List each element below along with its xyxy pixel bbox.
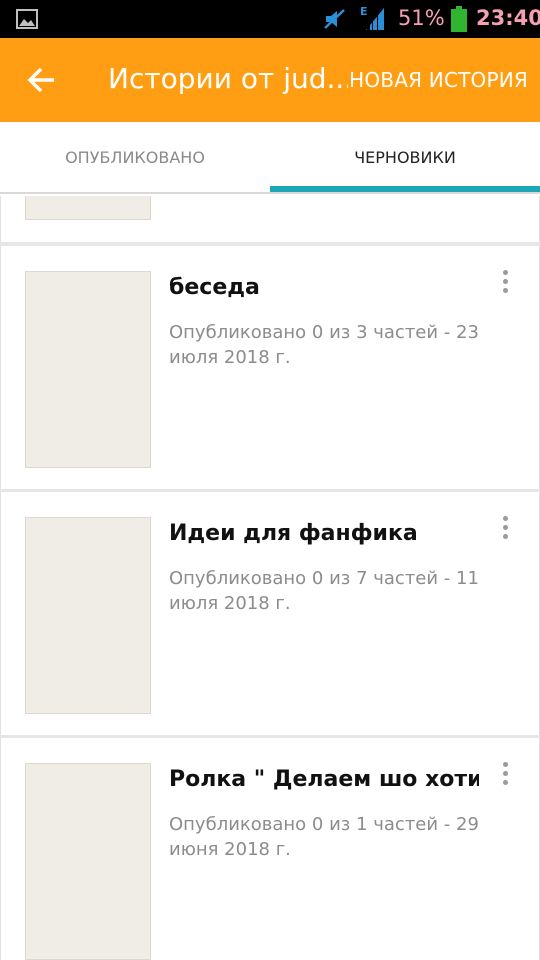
tab-drafts[interactable]: ЧЕРНОВИКИ bbox=[270, 122, 540, 194]
signal-icon: E bbox=[360, 5, 384, 30]
arrow-left-icon[interactable] bbox=[26, 64, 58, 96]
more-vert-icon[interactable] bbox=[497, 270, 513, 298]
battery-icon bbox=[451, 6, 467, 32]
more-vert-icon[interactable] bbox=[497, 516, 513, 544]
active-tab-indicator bbox=[270, 186, 540, 192]
story-meta: Опубликовано 0 из 1 частей - 29 июня 201… bbox=[169, 814, 479, 860]
story-cover bbox=[25, 196, 151, 220]
story-list[interactable]: беседа Опубликовано 0 из 3 частей - 23 и… bbox=[0, 196, 540, 960]
app-bar: Истории от jud... НОВАЯ ИСТОРИЯ bbox=[0, 38, 540, 122]
story-title: беседа bbox=[169, 275, 260, 300]
story-cover bbox=[25, 271, 151, 468]
svg-text:E: E bbox=[360, 5, 368, 18]
story-meta: Опубликовано 0 из 3 частей - 23 июля 201… bbox=[169, 322, 479, 368]
battery-percent: 51% bbox=[398, 6, 445, 30]
list-item[interactable] bbox=[0, 196, 540, 242]
new-story-button[interactable]: НОВАЯ ИСТОРИЯ bbox=[349, 68, 528, 92]
more-vert-icon[interactable] bbox=[497, 762, 513, 790]
status-bar: E 51% 23:40 bbox=[0, 0, 540, 38]
tab-published[interactable]: ОПУБЛИКОВАНО bbox=[0, 122, 270, 194]
gallery-icon bbox=[16, 9, 38, 29]
story-cover bbox=[25, 517, 151, 714]
page-title: Истории от jud... bbox=[108, 62, 348, 95]
list-item[interactable]: Ролка " Делаем шо хотим Опубликовано 0 и… bbox=[0, 738, 540, 960]
list-item[interactable]: беседа Опубликовано 0 из 3 частей - 23 и… bbox=[0, 246, 540, 489]
mute-icon bbox=[324, 9, 345, 29]
tab-bar: ОПУБЛИКОВАНО ЧЕРНОВИКИ bbox=[0, 122, 540, 194]
story-meta: Опубликовано 0 из 7 частей - 11 июля 201… bbox=[169, 568, 479, 614]
story-title: Идеи для фанфика bbox=[169, 521, 418, 546]
story-cover bbox=[25, 763, 151, 960]
list-item[interactable]: Идеи для фанфика Опубликовано 0 из 7 час… bbox=[0, 492, 540, 735]
clock: 23:40 bbox=[476, 6, 540, 30]
story-title: Ролка " Делаем шо хотим bbox=[169, 767, 479, 792]
